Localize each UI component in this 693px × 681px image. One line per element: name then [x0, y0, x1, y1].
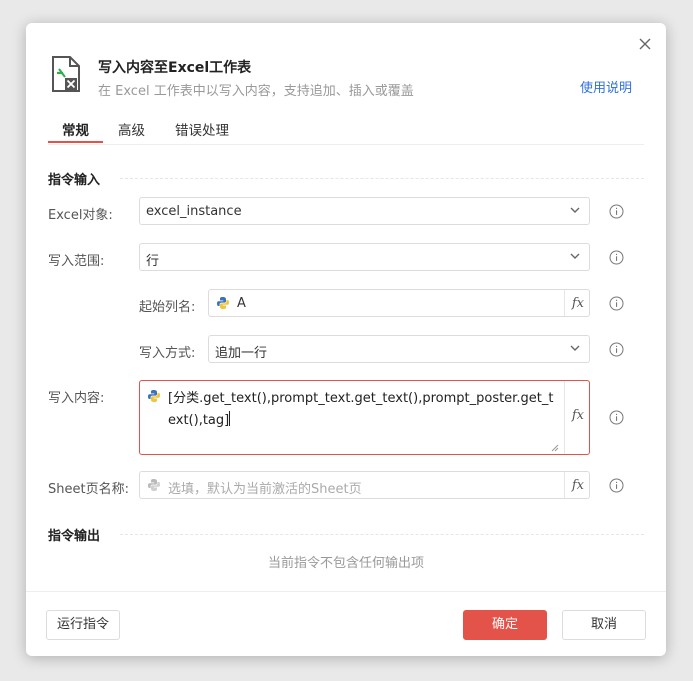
- python-icon: [148, 479, 160, 491]
- info-icon[interactable]: [609, 410, 624, 425]
- fx-icon: fx: [571, 478, 584, 493]
- excel-object-label: Excel对象:: [48, 208, 113, 223]
- write-content-label: 写入内容:: [48, 391, 105, 406]
- write-range-value: 行: [146, 254, 160, 269]
- excel-object-value: excel_instance: [146, 204, 242, 219]
- tab-advanced[interactable]: 高级: [118, 119, 145, 139]
- fx-icon: fx: [571, 408, 584, 423]
- fx-button[interactable]: fx: [564, 290, 589, 316]
- info-icon[interactable]: [609, 296, 624, 311]
- info-icon[interactable]: [609, 204, 624, 219]
- fx-button[interactable]: fx: [564, 472, 589, 498]
- write-excel-dialog: 写入内容至Excel工作表 在 Excel 工作表中以写入内容，支持追加、插入或…: [26, 23, 666, 656]
- python-icon: [217, 297, 229, 309]
- python-icon: [148, 390, 160, 402]
- info-icon[interactable]: [609, 250, 624, 265]
- resize-handle-icon[interactable]: [551, 444, 559, 452]
- write-range-select[interactable]: 行: [139, 243, 590, 271]
- write-mode-label: 写入方式:: [139, 346, 196, 361]
- section-divider: [120, 178, 644, 179]
- sheet-name-placeholder: 选填，默认为当前激活的Sheet页: [168, 482, 362, 497]
- help-link[interactable]: 使用说明: [580, 77, 632, 96]
- write-range-label: 写入范围:: [48, 254, 105, 269]
- start-column-label: 起始列名:: [139, 300, 196, 315]
- run-command-button[interactable]: 运行指令: [46, 610, 120, 640]
- fx-button[interactable]: fx: [564, 381, 589, 454]
- footer-divider: [26, 591, 666, 592]
- start-column-value: A: [237, 296, 246, 311]
- info-icon[interactable]: [609, 478, 624, 493]
- section-divider: [120, 534, 644, 535]
- confirm-button[interactable]: 确定: [463, 610, 547, 640]
- excel-file-icon: [52, 56, 80, 92]
- tab-general[interactable]: 常规: [62, 119, 89, 139]
- write-mode-value: 追加一行: [215, 346, 268, 361]
- chevron-down-icon: [570, 345, 580, 351]
- write-mode-select[interactable]: 追加一行: [208, 335, 590, 363]
- active-tab-indicator: [48, 141, 103, 143]
- sheet-name-label: Sheet页名称:: [48, 482, 129, 497]
- info-icon[interactable]: [609, 342, 624, 357]
- write-content-textarea[interactable]: [分类.get_text(),prompt_text.get_text(),pr…: [139, 380, 590, 455]
- cancel-button[interactable]: 取消: [562, 610, 646, 640]
- empty-output-message: 当前指令不包含任何输出项: [267, 556, 424, 571]
- section-title-output: 指令输出: [48, 529, 101, 544]
- section-title-input: 指令输入: [48, 173, 101, 188]
- write-content-value: [分类.get_text(),prompt_text.get_text(),pr…: [168, 391, 554, 428]
- excel-object-select[interactable]: excel_instance: [139, 197, 590, 225]
- close-icon[interactable]: [636, 35, 654, 53]
- dialog-subtitle: 在 Excel 工作表中以写入内容，支持追加、插入或覆盖: [98, 84, 414, 99]
- text-caret: [229, 411, 231, 426]
- chevron-down-icon: [570, 207, 580, 213]
- tab-bar: 常规 高级 错误处理: [48, 119, 644, 145]
- start-column-input[interactable]: A fx: [208, 289, 590, 317]
- dialog-title: 写入内容至Excel工作表: [98, 60, 252, 76]
- chevron-down-icon: [570, 253, 580, 259]
- tab-error-handling[interactable]: 错误处理: [175, 119, 229, 139]
- sheet-name-input[interactable]: 选填，默认为当前激活的Sheet页 fx: [139, 471, 590, 499]
- fx-icon: fx: [571, 296, 584, 311]
